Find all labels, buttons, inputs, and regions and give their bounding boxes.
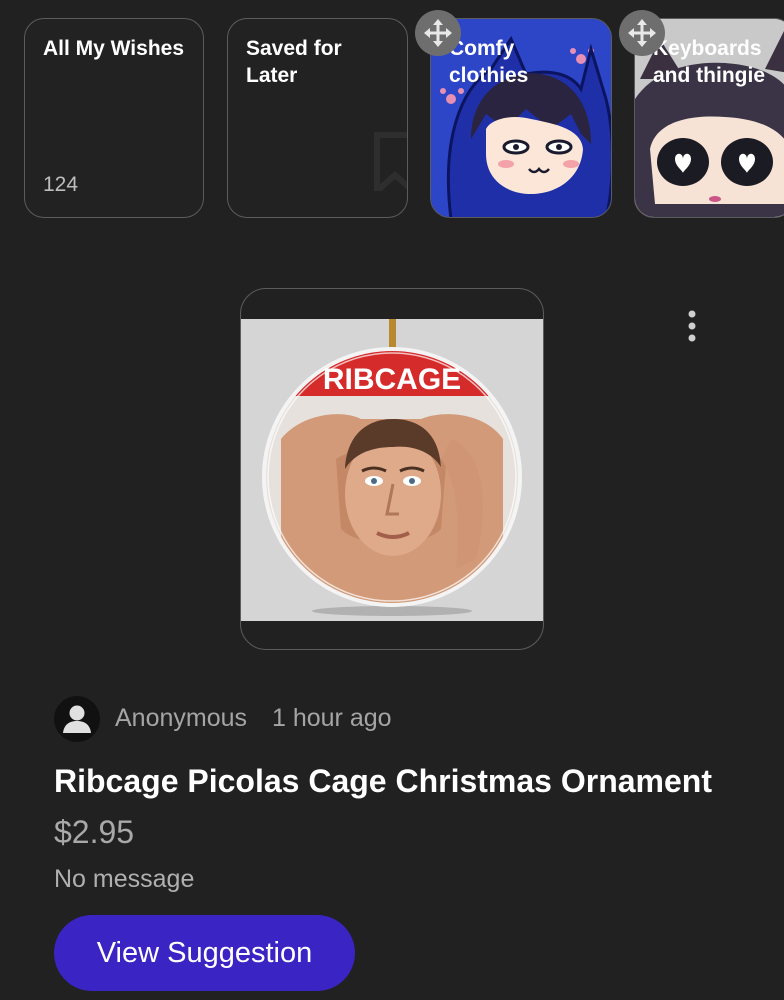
collection-card-saved-for-later[interactable]: Saved for Later [227,18,408,218]
move-handle-button[interactable] [619,10,665,56]
more-vertical-icon [688,310,696,342]
avatar [54,696,100,742]
suggestion-message: No message [54,865,195,893]
collection-card-all-wishes[interactable]: All My Wishes 124 [24,18,204,218]
move-arrows-icon [424,19,452,47]
product-title: Ribcage Picolas Cage Christmas Ornament [54,763,712,799]
collection-title: All My Wishes [43,37,185,60]
ornament-illustration: RIBCAGE [241,319,543,621]
ornament-label: RIBCAGE [323,363,461,396]
move-arrows-icon [628,19,656,47]
product-image-frame[interactable]: RIBCAGE [240,288,544,650]
bookmark-icon [374,132,407,191]
collection-title: Keyboards and thingie [653,37,765,87]
product-price: $2.95 [54,814,135,850]
product-image: RIBCAGE [241,319,543,621]
move-handle-button[interactable] [415,10,461,56]
person-icon [63,705,91,733]
more-options-button[interactable] [672,306,712,346]
collection-title: Saved for Later [246,37,342,87]
collection-card-comfy-clothies[interactable]: Comfy clothies [430,18,612,218]
view-suggestion-button[interactable]: View Suggestion [54,915,355,991]
author-name: Anonymous [115,704,248,732]
timestamp: 1 hour ago [272,704,392,732]
collection-count: 124 [43,173,79,196]
collection-title: Comfy clothies [449,37,529,87]
wishlist-page: All My Wishes 124 Saved for Later Comfy … [0,0,784,1000]
